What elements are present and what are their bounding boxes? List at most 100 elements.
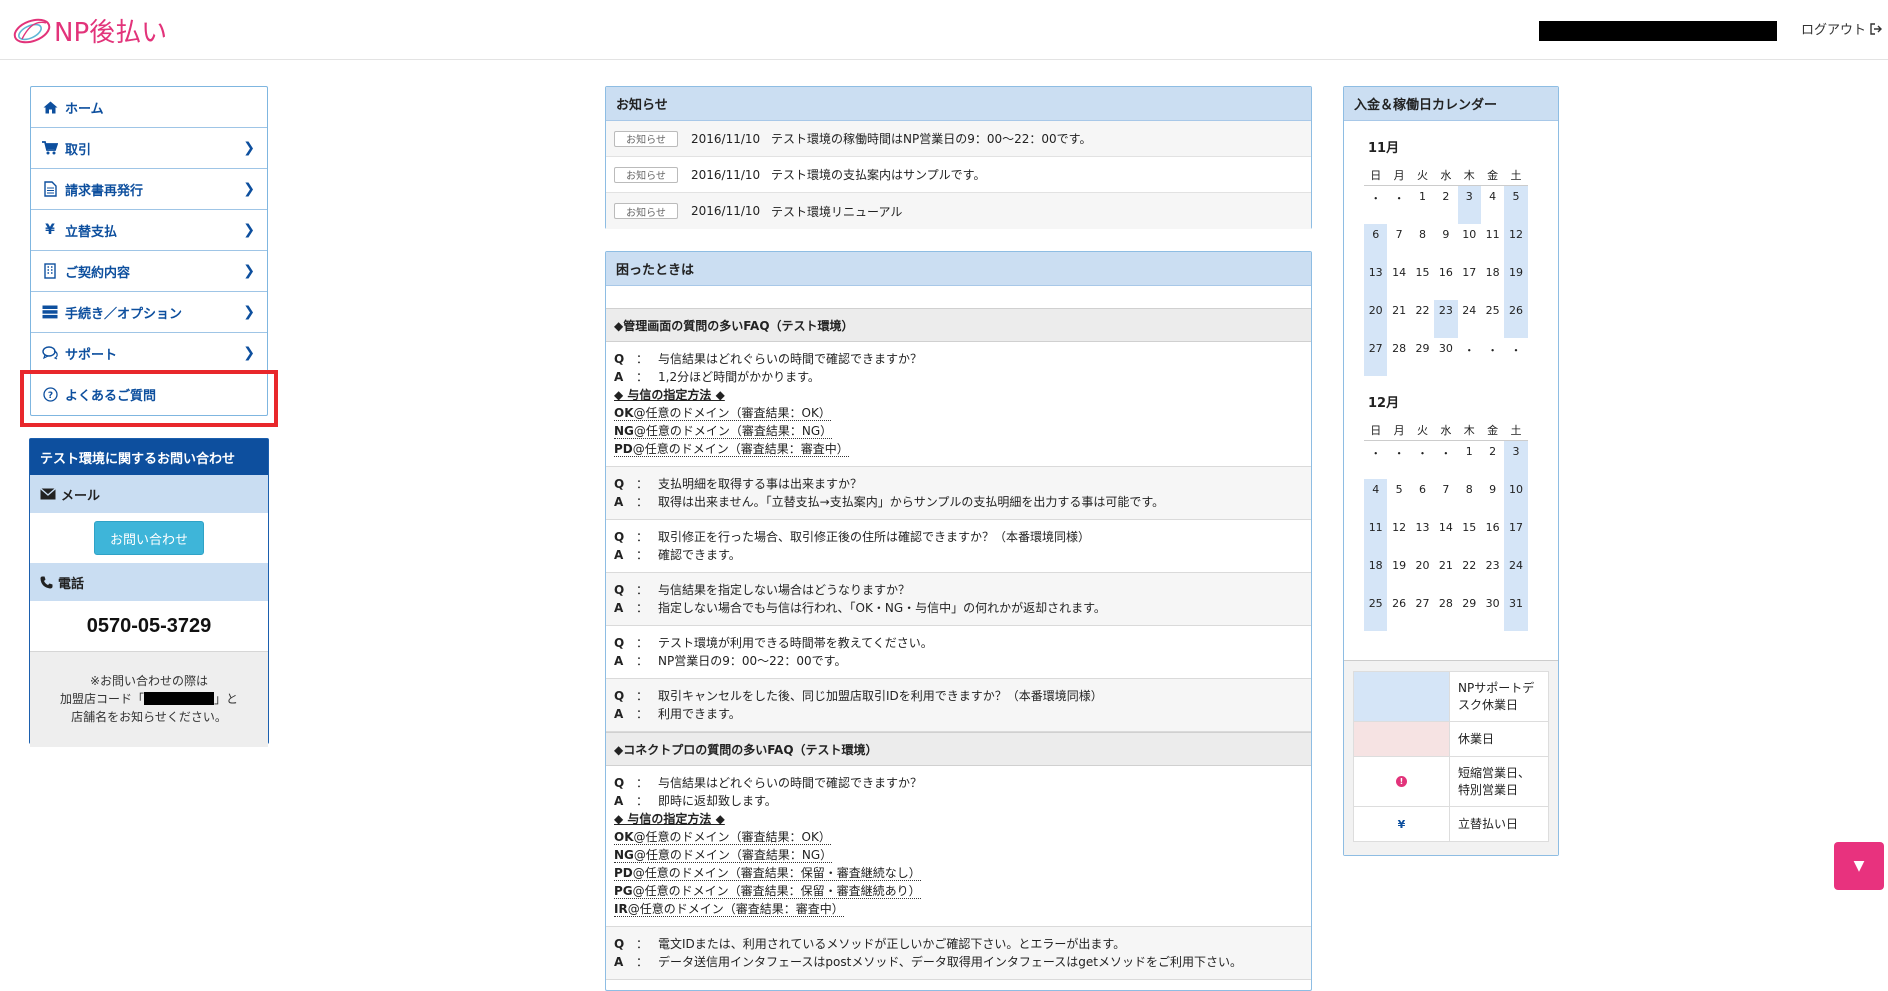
contact-phone-header: 電話: [30, 563, 268, 601]
calendar-day: 11: [1485, 228, 1500, 241]
news-item[interactable]: お知らせ 2016/11/10 テスト環境の稼働時間はNP営業日の9：00〜22…: [606, 121, 1311, 157]
calendar-day: ・: [1370, 192, 1382, 205]
calendar-day: 20: [1415, 559, 1430, 572]
calendar-day: ・: [1370, 447, 1382, 460]
spec-line: OK@任意のドメイン（審査結果：OK）: [614, 828, 1303, 846]
scroll-down-button[interactable]: ▼: [1834, 842, 1884, 890]
calendar-day: 28: [1392, 342, 1407, 355]
redacted-user-name: [1539, 21, 1777, 41]
calendar-day: 12: [1504, 224, 1528, 262]
faq-item: Q ： 与信結果を指定しない場合はどうなりますか？ A ： 指定しない場合でも与信は行わ…: [606, 573, 1311, 626]
np-atobarai-logo[interactable]: NP後払い: [12, 12, 167, 49]
calendar-day: ・: [1416, 447, 1428, 460]
calendar-day: 29: [1415, 342, 1430, 355]
question-row: Q ： 与信結果はどれぐらいの時間で確認できますか？: [614, 774, 1303, 792]
calendar-day: 16: [1485, 521, 1500, 534]
nav-item-home[interactable]: ホーム: [31, 87, 267, 128]
contact-mail-header: メール: [30, 475, 268, 513]
document-icon: [41, 181, 59, 197]
nav-item-payment[interactable]: ¥ 立替支払 ❯: [31, 210, 267, 251]
nav-label: サポート: [65, 347, 118, 363]
calendar-day: 30: [1485, 597, 1500, 610]
contact-note-line3: 店舗名をお知らせください。: [71, 710, 227, 724]
calendar-day: 27: [1415, 597, 1430, 610]
logo-mark-icon: [13, 18, 51, 43]
calendar-day: ・: [1463, 344, 1475, 357]
weekday-header: 木: [1457, 423, 1481, 441]
colon: ：: [636, 495, 649, 509]
month-title: 12月: [1368, 396, 1400, 411]
nav-item-invoice-reissue[interactable]: 請求書再発行 ❯: [31, 169, 267, 210]
calendar-day: 31: [1504, 593, 1528, 631]
calendar-day: 16: [1438, 266, 1453, 279]
calendar-day: 23: [1434, 300, 1458, 338]
answer-row: A ： 1,2分ほど時間がかかります。: [614, 368, 1303, 386]
q-key: Q: [614, 583, 625, 597]
faq-spacer: [606, 286, 1311, 308]
news-tag: お知らせ: [614, 166, 678, 183]
legend-row: 休業日: [1354, 722, 1548, 757]
q-key: Q: [614, 477, 625, 491]
redacted-merchant-code: [144, 692, 214, 705]
nav-item-procedures-options[interactable]: 手続き／オプション ❯: [31, 292, 267, 333]
news-item[interactable]: お知らせ 2016/11/10 テスト環境の支払案内はサンプルです。: [606, 157, 1311, 193]
answer-text: 即時に返却致します。: [658, 794, 777, 808]
contact-note-line1: ※お問い合わせの際は: [89, 674, 209, 688]
inquiry-button[interactable]: お問い合わせ: [94, 521, 204, 555]
calendar-day: 17: [1504, 517, 1528, 555]
logout-link[interactable]: ログアウト: [1801, 19, 1883, 38]
calendar-day: 9: [1442, 228, 1450, 241]
legend-swatch-payment-day: ¥: [1354, 807, 1450, 841]
chevron-right-icon: ❯: [243, 140, 255, 156]
answer-row: A ： NP営業日の9：00〜22：00です。: [614, 652, 1303, 670]
sidebar-nav: ホーム 取引 ❯ 請求書再発行 ❯ ¥ 立替支払 ❯ ご契約内容 ❯ 手続き／オ…: [30, 86, 268, 416]
phone-number: 0570-05-3729: [86, 614, 212, 637]
calendar-day: 13: [1415, 521, 1430, 534]
phone-label: 電話: [58, 576, 85, 592]
colon: ：: [636, 530, 649, 544]
yen-icon: ¥: [45, 222, 55, 238]
month-title: 11月: [1368, 141, 1400, 156]
calendar-day: 14: [1392, 266, 1407, 279]
nav-item-contract[interactable]: ご契約内容 ❯: [31, 251, 267, 292]
q-key: Q: [614, 776, 625, 790]
weekday-header: 火: [1410, 423, 1435, 441]
news-panel: お知らせ お知らせ 2016/11/10 テスト環境の稼働時間はNP営業日の9：…: [605, 86, 1312, 229]
note-text: 」と: [214, 692, 239, 706]
calendar-legend: NPサポートデスク休業日 休業日 ! 短縮営業日、特別営業日 ¥ 立替払い日: [1344, 660, 1558, 855]
legend-label: 立替払い日: [1458, 816, 1519, 831]
chat-icon: [41, 346, 59, 360]
answer-text: 取得は出来ません。「立替支払→支払案内」からサンプルの支払明細を出力する事は可能…: [658, 495, 1165, 509]
calendar-day: 15: [1462, 521, 1477, 534]
nav-item-faq[interactable]: ? よくあるご質問: [31, 374, 267, 415]
answer-row: A ： データ送信用インタフェースはpostメソッド、データ取得用インタフェースはg…: [614, 953, 1303, 971]
spec-code: PD: [614, 866, 633, 880]
nav-label: よくあるご質問: [65, 389, 157, 404]
colon: ：: [636, 352, 649, 366]
question-text: 電文IDまたは、利用されているメソッドが正しいかご確認下さい。とエラーが出ます。: [658, 937, 1126, 951]
spec-text: @任意のドメイン（審査結果：審査中）: [632, 442, 849, 456]
question-text: 与信結果はどれぐらいの時間で確認できますか？: [658, 776, 923, 790]
answer-row: A ： 取得は出来ません。「立替支払→支払案内」からサンプルの支払明細を出力する事は…: [614, 493, 1303, 511]
contact-note-line2: 加盟店コード「 」と: [30, 690, 268, 708]
nav-item-transactions[interactable]: 取引 ❯: [31, 128, 267, 169]
nav-item-support[interactable]: サポート ❯: [31, 333, 267, 374]
calendar-day: 17: [1462, 266, 1477, 279]
news-item[interactable]: お知らせ 2016/11/10 テスト環境リニューアル: [606, 193, 1311, 229]
legend-swatch-holiday: [1354, 722, 1450, 756]
question-text: 取引キャンセルをした後、同じ加盟店取引IDを利用できますか？（本番環境同様）: [658, 689, 1103, 703]
weekday-header: 日: [1364, 168, 1388, 186]
calendar-day: 7: [1395, 228, 1403, 241]
calendar-day: ・: [1393, 447, 1405, 460]
spec-line: OK@任意のドメイン（審査結果：OK）: [614, 404, 1303, 422]
faq-title: 困ったときは: [606, 252, 1311, 286]
a-key: A: [614, 654, 624, 668]
calendar-day: 5: [1504, 186, 1528, 224]
phone-icon: [40, 576, 53, 588]
calendar-day: 2: [1489, 445, 1497, 458]
a-key: A: [614, 548, 624, 562]
question-row: Q ： 取引キャンセルをした後、同じ加盟店取引IDを利用できますか？（本番環境同様）: [614, 687, 1303, 705]
calendar-day: 22: [1462, 559, 1477, 572]
answer-text: 利用できます。: [658, 707, 741, 721]
nav-label: 手続き／オプション: [65, 306, 183, 322]
